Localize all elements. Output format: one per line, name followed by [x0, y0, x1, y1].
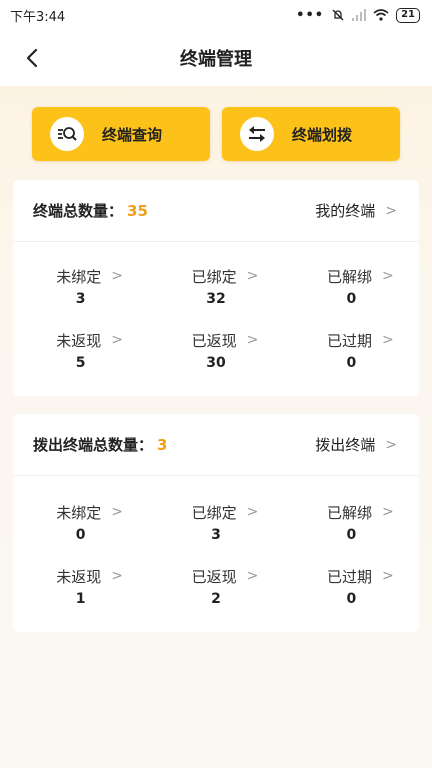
status-icons: ••• 21: [296, 7, 420, 23]
chevron-right-icon: >: [381, 568, 394, 584]
my-terminals-link[interactable]: 我的终端 >: [315, 200, 397, 221]
chevron-right-icon: >: [381, 332, 394, 348]
chevron-right-icon: >: [246, 504, 259, 520]
terminal-query-button[interactable]: 终端查询: [32, 107, 210, 161]
stat-not-cashback[interactable]: 未返现 >5: [13, 318, 148, 382]
terminal-total: 终端总数量： 35: [33, 202, 148, 220]
stats-grid: 未绑定 >0 已绑定 >3 已解绑 >0 未返现 >1 已返现 >2 已过期 >0: [13, 476, 419, 618]
status-bar: 下午3:44 ••• 21: [0, 0, 432, 30]
outgoing-total: 拨出终端总数量： 3: [33, 436, 168, 454]
chevron-right-icon: >: [246, 268, 259, 284]
back-button[interactable]: [18, 44, 46, 72]
wifi-icon: [373, 9, 389, 21]
mute-bell-icon: [332, 9, 344, 21]
chevron-right-icon: >: [385, 202, 397, 219]
card-header: 拨出终端总数量： 3 拨出终端 >: [13, 414, 419, 476]
outgoing-terminals-card: 拨出终端总数量： 3 拨出终端 > 未绑定 >0 已绑定 >3 已解绑 >0 未返现 >1 …: [13, 414, 419, 632]
signal-icon: [352, 9, 367, 21]
stat-unbound[interactable]: 未绑定 >3: [13, 254, 148, 318]
stat-unbound[interactable]: 未绑定 >0: [13, 490, 148, 554]
stat-unbound-released[interactable]: 已解绑 >0: [284, 490, 419, 554]
stat-unbound-released[interactable]: 已解绑 >0: [284, 254, 419, 318]
card-header: 终端总数量： 35 我的终端 >: [13, 180, 419, 242]
stat-cashback[interactable]: 已返现 >30: [148, 318, 283, 382]
terminal-query-label: 终端查询: [102, 125, 163, 144]
terminal-transfer-button[interactable]: 终端划拨: [222, 107, 400, 161]
terminal-transfer-label: 终端划拨: [292, 125, 353, 144]
my-terminals-card: 终端总数量： 35 我的终端 > 未绑定 >3 已绑定 >32 已解绑 >0 未返现 >5 …: [13, 180, 419, 396]
chevron-right-icon: >: [111, 332, 124, 348]
search-list-icon: [50, 117, 84, 151]
stat-expired[interactable]: 已过期 >0: [284, 318, 419, 382]
chevron-left-icon: [26, 48, 38, 68]
transfer-icon: [240, 117, 274, 151]
stat-bound[interactable]: 已绑定 >3: [148, 490, 283, 554]
chevron-right-icon: >: [111, 504, 124, 520]
more-notifications-icon: •••: [296, 7, 325, 23]
chevron-right-icon: >: [381, 504, 394, 520]
chevron-right-icon: >: [111, 268, 124, 284]
stat-cashback[interactable]: 已返现 >2: [148, 554, 283, 618]
stat-expired[interactable]: 已过期 >0: [284, 554, 419, 618]
chevron-right-icon: >: [246, 568, 259, 584]
outgoing-terminals-link[interactable]: 拨出终端 >: [315, 434, 397, 455]
page-title: 终端管理: [180, 49, 252, 70]
chevron-right-icon: >: [381, 268, 394, 284]
stat-bound[interactable]: 已绑定 >32: [148, 254, 283, 318]
battery-icon: 21: [396, 7, 420, 23]
nav-header: 终端管理: [0, 30, 432, 86]
chevron-right-icon: >: [385, 436, 397, 453]
stats-grid: 未绑定 >3 已绑定 >32 已解绑 >0 未返现 >5 已返现 >30 已过期 >0: [13, 242, 419, 382]
chevron-right-icon: >: [111, 568, 124, 584]
chevron-right-icon: >: [246, 332, 259, 348]
status-time: 下午3:44: [10, 9, 66, 25]
stat-not-cashback[interactable]: 未返现 >1: [13, 554, 148, 618]
